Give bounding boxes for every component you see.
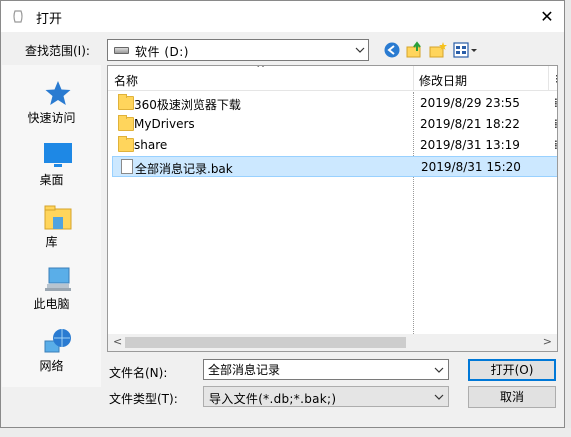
file-date: 2019/8/31 13:19 (420, 138, 520, 152)
place-label: 快速访问 (27, 111, 76, 125)
back-icon[interactable] (383, 41, 401, 59)
column-separator[interactable] (413, 66, 414, 91)
up-folder-icon[interactable] (406, 41, 424, 59)
truncated-type: ⁞ (554, 117, 558, 131)
file-list-header: ^ 名称 修改日期 ⁝ (108, 66, 557, 91)
file-list[interactable]: ^ 名称 修改日期 ⁝ 360极速浏览器下载 2019/8/29 23:55 ⁞… (107, 65, 558, 352)
file-date: 2019/8/31 15:20 (421, 160, 521, 174)
places-bar: 快速访问 桌面 库 此电脑 网络 (2, 65, 101, 387)
truncated-type: ⁞ (554, 96, 558, 110)
file-date: 2019/8/21 18:22 (420, 117, 520, 131)
file-name: 360极速浏览器下载 (134, 98, 241, 112)
truncated-type: ⁞ (554, 138, 558, 152)
star-icon (45, 81, 71, 105)
drive-icon (114, 47, 129, 54)
place-label: 桌面 (39, 173, 64, 187)
list-item[interactable]: 360极速浏览器下载 2019/8/29 23:55 ⁞ (108, 93, 557, 114)
list-item[interactable]: MyDrivers 2019/8/21 18:22 ⁞ (108, 114, 557, 135)
place-desktop[interactable]: 桌面 (2, 135, 101, 193)
folder-icon (118, 115, 134, 131)
filename-input[interactable] (203, 359, 449, 380)
place-label: 库 (45, 235, 58, 249)
file-date: 2019/8/29 23:55 (420, 96, 520, 110)
desktop-icon (44, 143, 72, 167)
scroll-left-icon[interactable]: < (113, 335, 122, 348)
horizontal-scrollbar[interactable]: < > (108, 334, 557, 351)
column-name[interactable]: 名称 (114, 72, 138, 89)
file-name: share (134, 138, 168, 152)
dialog-title: 打开 (36, 12, 63, 27)
column-date-modified[interactable]: 修改日期 (419, 72, 467, 89)
filetype-value: 导入文件(*.db;*.bak;) (209, 392, 337, 406)
look-in-dropdown[interactable]: 软件 (D:) (107, 39, 369, 61)
place-label: 此电脑 (33, 297, 70, 311)
scroll-right-icon[interactable]: > (543, 335, 552, 348)
filename-label: 文件名(N): (109, 366, 168, 380)
library-icon (44, 205, 72, 230)
folder-icon (118, 136, 134, 152)
place-quick-access[interactable]: 快速访问 (2, 73, 101, 131)
list-item[interactable]: share 2019/8/31 13:19 ⁞ (108, 135, 557, 156)
chevron-down-icon (355, 47, 365, 53)
filetype-dropdown[interactable]: 导入文件(*.db;*.bak;) (203, 386, 449, 407)
file-name: MyDrivers (134, 117, 195, 131)
look-in-value: 软件 (D:) (135, 45, 189, 59)
place-library[interactable]: 库 (2, 197, 101, 255)
sort-ascending-icon: ^ (256, 65, 266, 75)
chevron-down-icon[interactable] (434, 363, 444, 377)
document-icon (121, 159, 133, 174)
close-button[interactable]: ✕ (530, 1, 564, 32)
column-type-truncated[interactable]: ⁝ (555, 72, 557, 86)
new-folder-icon[interactable] (429, 41, 447, 59)
open-button[interactable]: 打开(O) (468, 359, 556, 381)
look-in-label: 查找范围(I): (25, 44, 90, 58)
chevron-down-icon (434, 394, 444, 400)
file-name: 全部消息记录.bak (135, 162, 233, 176)
open-file-dialog: 打开 ✕ 查找范围(I): 软件 (D:) 快速访问 桌面 库 此电脑 网络 ^… (0, 0, 565, 428)
view-menu-icon[interactable] (453, 41, 479, 59)
computer-icon (45, 267, 71, 291)
place-this-pc[interactable]: 此电脑 (2, 259, 101, 317)
folder-icon (118, 94, 134, 110)
place-network[interactable]: 网络 (2, 321, 101, 379)
close-icon: ✕ (540, 7, 554, 26)
background-window-bottom (0, 428, 571, 437)
scroll-thumb[interactable] (125, 337, 406, 348)
filetype-label: 文件类型(T): (109, 392, 178, 406)
title-bar: 打开 ✕ (1, 1, 564, 32)
list-item-selected[interactable]: 全部消息记录.bak 2019/8/31 15:20 (112, 156, 557, 177)
app-icon (13, 10, 23, 23)
cancel-button[interactable]: 取消 (468, 386, 556, 408)
network-icon (44, 329, 71, 353)
place-label: 网络 (39, 359, 64, 373)
column-separator[interactable] (548, 66, 549, 91)
